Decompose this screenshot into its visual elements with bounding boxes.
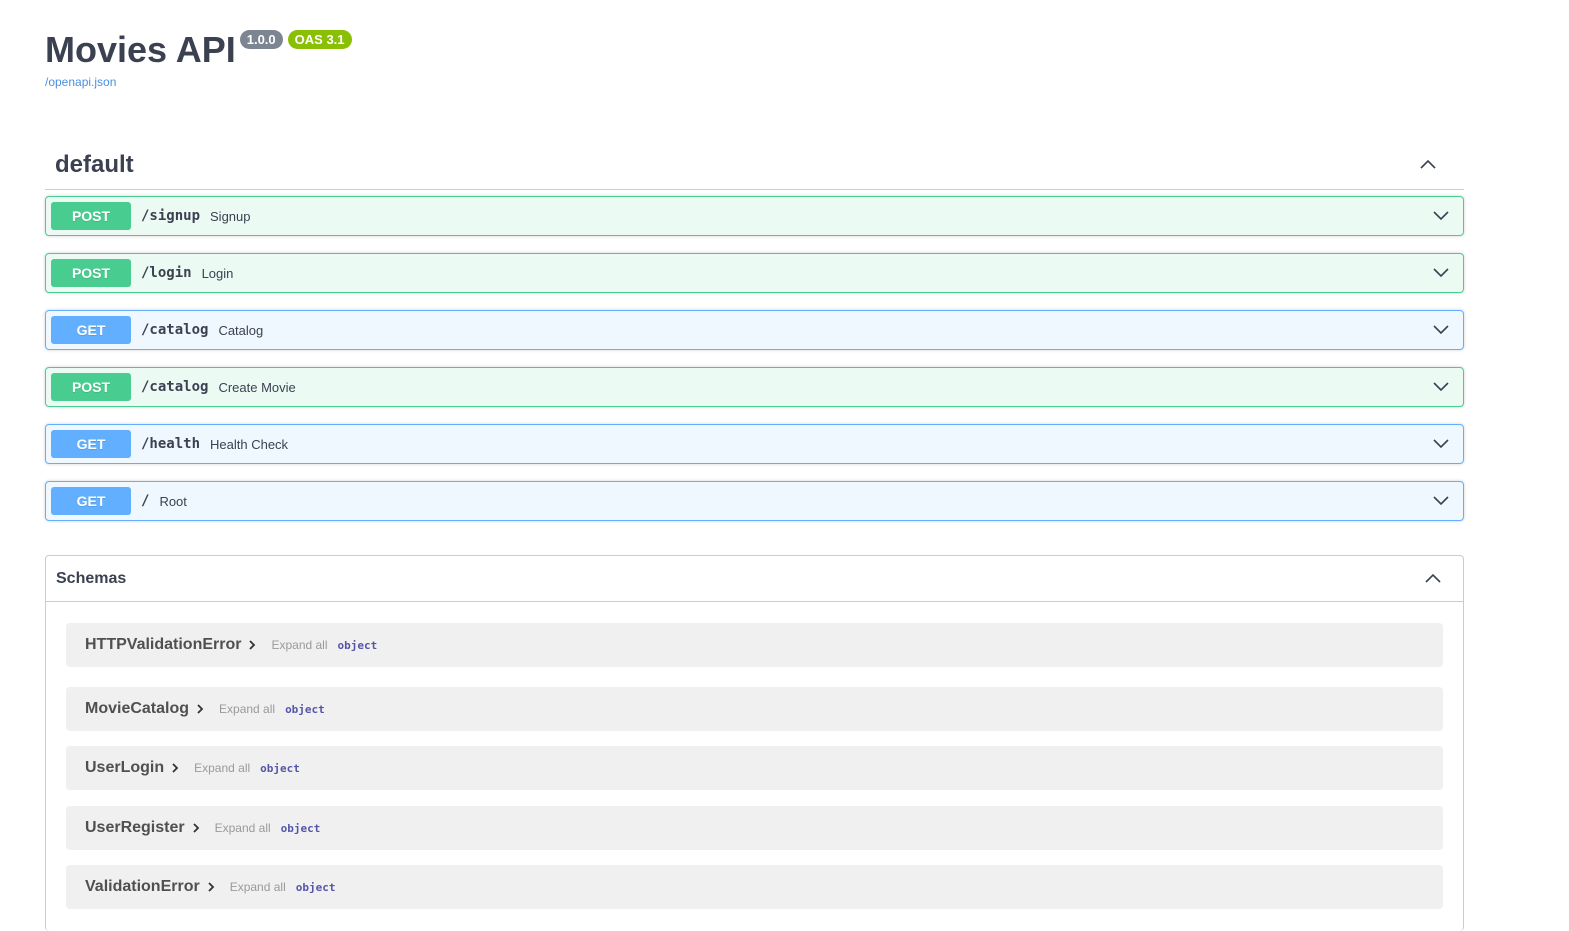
- schemas-title: Schemas: [56, 569, 127, 587]
- model-name[interactable]: UserLogin: [85, 759, 164, 777]
- expand-all-button[interactable]: Expand all: [219, 702, 275, 716]
- method-badge: GET: [51, 316, 131, 344]
- model-name[interactable]: HTTPValidationError: [85, 636, 241, 654]
- api-title: Movies API: [45, 29, 236, 70]
- operation-summary: Root: [159, 493, 187, 509]
- method-badge: GET: [51, 487, 131, 515]
- schemas-header[interactable]: Schemas: [46, 556, 1463, 602]
- chevron-up-icon[interactable]: [1423, 569, 1443, 589]
- operation-get-health[interactable]: GET /health Health Check: [45, 424, 1464, 464]
- tag-header[interactable]: default: [45, 140, 1464, 190]
- chevron-down-icon[interactable]: [1431, 490, 1451, 510]
- model-type: object: [285, 702, 325, 716]
- oas-badge: OAS 3.1: [287, 30, 352, 49]
- operation-path: /: [141, 493, 150, 509]
- model-name[interactable]: UserRegister: [85, 819, 185, 837]
- chevron-right-icon[interactable]: [195, 703, 205, 715]
- model-validationerror[interactable]: ValidationError Expand all object: [66, 865, 1443, 909]
- method-badge: POST: [51, 259, 131, 287]
- model-httpvalidationerror[interactable]: HTTPValidationError Expand all object: [66, 623, 1443, 667]
- operation-path: /health: [141, 436, 201, 452]
- chevron-down-icon[interactable]: [1431, 262, 1451, 282]
- operation-summary: Catalog: [218, 322, 264, 338]
- method-badge: GET: [51, 430, 131, 458]
- operation-post-signup[interactable]: POST /signup Signup: [45, 196, 1464, 236]
- operation-path: /catalog: [141, 379, 209, 395]
- tag-section-default: default POST /signup Signup POST /login …: [45, 140, 1464, 538]
- expand-all-button[interactable]: Expand all: [194, 761, 250, 775]
- model-type: object: [295, 880, 336, 894]
- operation-path: /login: [141, 265, 192, 281]
- expand-all-button[interactable]: Expand all: [215, 821, 271, 835]
- chevron-down-icon[interactable]: [1431, 376, 1451, 396]
- chevron-down-icon[interactable]: [1431, 319, 1451, 339]
- chevron-right-icon[interactable]: [247, 639, 257, 651]
- model-type: object: [260, 761, 300, 775]
- chevron-right-icon[interactable]: [206, 881, 216, 893]
- operation-post-catalog[interactable]: POST /catalog Create Movie: [45, 367, 1464, 407]
- method-badge: POST: [51, 373, 131, 401]
- model-userregister[interactable]: UserRegister Expand all object: [66, 806, 1443, 850]
- chevron-down-icon[interactable]: [1431, 205, 1451, 225]
- chevron-down-icon[interactable]: [1431, 433, 1451, 453]
- operation-post-login[interactable]: POST /login Login: [45, 253, 1464, 293]
- method-badge: POST: [51, 202, 131, 230]
- model-type: object: [280, 821, 321, 835]
- model-name[interactable]: MovieCatalog: [85, 700, 189, 718]
- operation-summary: Login: [201, 265, 234, 281]
- model-moviecatalog[interactable]: MovieCatalog Expand all object: [66, 687, 1443, 731]
- model-type: object: [337, 638, 378, 652]
- operation-path: /signup: [141, 208, 201, 224]
- operation-summary: Create Movie: [218, 379, 296, 395]
- expand-all-button[interactable]: Expand all: [271, 638, 327, 652]
- operation-summary: Health Check: [210, 436, 289, 452]
- tag-title: default: [55, 150, 134, 178]
- expand-all-button[interactable]: Expand all: [230, 880, 286, 894]
- operation-summary: Signup: [210, 208, 251, 224]
- chevron-right-icon[interactable]: [191, 822, 201, 834]
- operation-get-catalog[interactable]: GET /catalog Catalog: [45, 310, 1464, 350]
- version-badge: 1.0.0: [239, 30, 283, 49]
- chevron-right-icon[interactable]: [170, 762, 180, 774]
- chevron-up-icon[interactable]: [1418, 155, 1438, 175]
- openapi-json-link[interactable]: /openapi.json: [45, 75, 352, 89]
- model-userlogin[interactable]: UserLogin Expand all object: [66, 746, 1443, 790]
- schemas-section: Schemas HTTPValidationError Expand all o…: [45, 555, 1464, 931]
- api-info: Movies API 1.0.0 OAS 3.1 /openapi.json: [45, 28, 352, 89]
- operation-path: /catalog: [141, 322, 209, 338]
- operations-list: POST /signup Signup POST /login Login GE…: [45, 196, 1464, 521]
- model-name[interactable]: ValidationError: [85, 878, 200, 896]
- swagger-page: Movies API 1.0.0 OAS 3.1 /openapi.json d…: [0, 0, 1569, 931]
- operation-get-root[interactable]: GET / Root: [45, 481, 1464, 521]
- title-row: Movies API 1.0.0 OAS 3.1: [45, 28, 352, 72]
